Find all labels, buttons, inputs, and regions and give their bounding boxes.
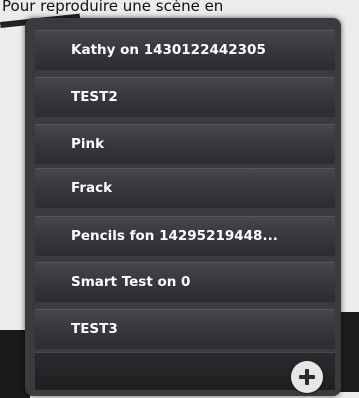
menu-item-test2[interactable]: TEST2 [35, 77, 335, 117]
menu-footer [35, 352, 335, 390]
menu-item-test3[interactable]: TEST3 [35, 309, 335, 349]
add-button[interactable] [291, 361, 323, 393]
menu-item-pink[interactable]: Pink [35, 124, 335, 164]
menu-item-kathy[interactable]: Kathy on 1430122442305 [35, 30, 335, 70]
menu-item-frack[interactable]: Frack [35, 168, 335, 208]
menu-item-pencils[interactable]: Pencils fon 14295219448... [35, 216, 335, 256]
menu-item-smart-test[interactable]: Smart Test on 0 [35, 262, 335, 302]
